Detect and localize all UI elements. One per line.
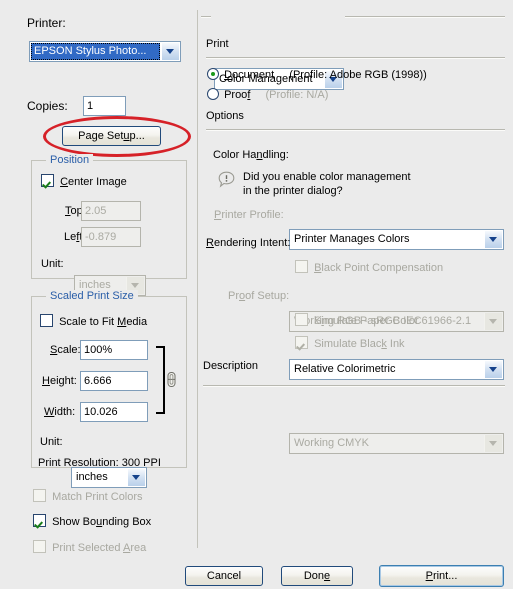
proof-setup-value: Working CMYK [294, 437, 369, 449]
rendering-intent-combobox[interactable]: Relative Colorimetric [289, 359, 504, 380]
black-point-checkbox [295, 260, 308, 273]
print-button-label: Print... [425, 570, 458, 582]
panel-divider [197, 10, 198, 548]
show-bounding-box-row[interactable]: Show Bounding Box [33, 514, 151, 528]
scaled-unit-label: Unit: [40, 436, 63, 448]
scaled-print-size-group-title: Scaled Print Size [46, 290, 138, 302]
cancel-button-label: Cancel [206, 570, 242, 582]
width-label: Width: [44, 406, 76, 418]
color-handling-label: Color Handling: [213, 149, 289, 161]
copies-label: Copies: [27, 99, 68, 113]
simulate-paper-checkbox [295, 313, 308, 326]
document-radio[interactable] [207, 68, 219, 80]
height-label: Height: [42, 375, 77, 387]
printer-label: Printer: [27, 16, 66, 30]
match-print-colors-checkbox [33, 489, 46, 502]
warning-callout-icon [218, 171, 235, 188]
print-selected-area-label: Print Selected Area [52, 542, 147, 554]
black-point-label: Black Point Compensation [314, 262, 444, 274]
black-point-row: Black Point Compensation [295, 260, 443, 274]
chain-link-icon[interactable] [167, 372, 176, 387]
scale-to-fit-label: Scale to Fit Media [59, 316, 148, 328]
proof-profile-text: (Profile: N/A) [265, 89, 329, 101]
section-rule-left [201, 16, 211, 18]
section-rule-right [345, 16, 505, 18]
center-image-checkbox-row[interactable]: Center Image [41, 174, 127, 188]
center-image-checkbox[interactable] [41, 174, 54, 187]
description-rule [203, 385, 505, 387]
show-bounding-box-label: Show Bounding Box [52, 516, 152, 528]
printer-combobox[interactable]: EPSON Stylus Photo... [29, 41, 181, 62]
page-setup-button-label: Page Setup... [78, 130, 145, 142]
printer-profile-label: Printer Profile: [214, 209, 284, 221]
chevron-down-icon[interactable] [484, 231, 502, 248]
document-profile-text: (Profile: Adobe RGB (1998)) [289, 69, 427, 81]
width-input[interactable]: 10.026 [80, 402, 148, 422]
scale-label: Scale: [50, 344, 81, 356]
proof-setup-combobox: Working CMYK [289, 433, 504, 454]
done-button[interactable]: Done [281, 566, 353, 586]
scale-to-fit-checkbox[interactable] [40, 314, 53, 327]
proof-radio-row[interactable]: Proof (Profile: N/A) [207, 88, 328, 101]
position-group-title: Position [46, 154, 94, 166]
color-handling-value: Printer Manages Colors [294, 233, 410, 245]
page-setup-button[interactable]: Page Setup... [62, 126, 161, 146]
chevron-down-icon[interactable] [484, 361, 502, 378]
scaled-unit-combobox[interactable]: inches [71, 467, 147, 488]
warning-text-line2: in the printer dialog? [243, 185, 343, 197]
simulate-paper-label: Simulate Paper Color [314, 315, 419, 327]
print-heading: Print [206, 38, 229, 50]
height-input[interactable]: 6.666 [80, 371, 148, 391]
match-print-colors-label: Match Print Colors [52, 491, 143, 503]
rendering-intent-value: Relative Colorimetric [294, 363, 396, 375]
cancel-button[interactable]: Cancel [185, 566, 263, 586]
proof-radio-label: Proof [224, 89, 251, 101]
chevron-down-icon[interactable] [127, 469, 145, 486]
simulate-black-checkbox [295, 336, 308, 349]
scale-input[interactable]: 100% [80, 340, 148, 360]
position-unit-label: Unit: [41, 258, 64, 270]
proof-radio[interactable] [207, 88, 219, 100]
document-radio-label: Document [224, 69, 275, 81]
copies-input[interactable]: 1 [83, 96, 126, 116]
document-radio-row[interactable]: Document (Profile: Adobe RGB (1998)) [207, 68, 427, 81]
scale-to-fit-checkbox-row[interactable]: Scale to Fit Media [40, 314, 147, 328]
scaled-unit-value: inches [76, 471, 108, 483]
print-selected-area-checkbox [33, 540, 46, 553]
rendering-intent-label: Rendering Intent: [206, 237, 291, 249]
color-handling-combobox[interactable]: Printer Manages Colors [289, 229, 504, 250]
proportions-bracket [156, 346, 165, 414]
print-button[interactable]: Print... [379, 565, 504, 587]
match-print-colors-row: Match Print Colors [33, 489, 143, 503]
chevron-down-icon[interactable] [161, 43, 179, 60]
warning-text-line1: Did you enable color management [243, 171, 411, 183]
print-selected-area-row: Print Selected Area [33, 540, 146, 554]
proof-setup-label: Proof Setup: [228, 290, 290, 302]
print-resolution-text: Print Resolution: 300 PPI [38, 457, 161, 469]
done-button-label: Done [303, 570, 331, 582]
position-left-input: -0.879 [81, 227, 141, 247]
options-heading: Options [206, 110, 244, 122]
print-heading-rule [206, 57, 505, 59]
description-heading: Description [203, 360, 259, 372]
center-image-label: Center Image [60, 176, 127, 188]
show-bounding-box-checkbox[interactable] [33, 514, 46, 527]
simulate-black-row: Simulate Black Ink [295, 336, 405, 350]
print-dialog: Printer: EPSON Stylus Photo... Copies: 1… [0, 0, 513, 589]
chevron-down-icon [484, 313, 502, 330]
position-top-input: 2.05 [81, 201, 141, 221]
printer-combobox-value: EPSON Stylus Photo... [31, 43, 160, 60]
options-heading-rule [206, 129, 505, 131]
chevron-down-icon [484, 435, 502, 452]
simulate-black-label: Simulate Black Ink [314, 338, 405, 350]
simulate-paper-row: Simulate Paper Color [295, 313, 419, 327]
